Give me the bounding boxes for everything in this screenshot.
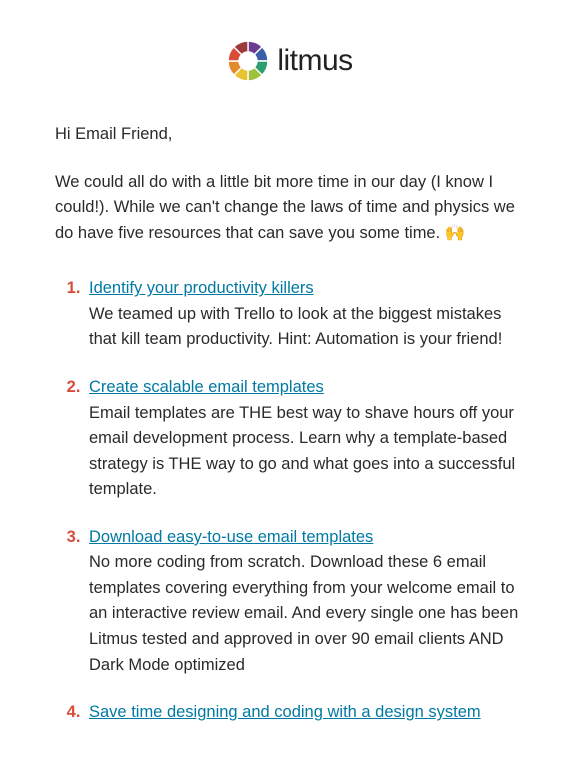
list-item: Save time designing and coding with a de… (85, 700, 525, 726)
list-item: Identify your productivity killers We te… (85, 276, 525, 353)
list-item-body: We teamed up with Trello to look at the … (89, 302, 525, 353)
list-item-link[interactable]: Download easy-to-use email templates (89, 528, 373, 546)
resource-list: Identify your productivity killers We te… (55, 276, 525, 725)
greeting: Hi Email Friend, (55, 122, 525, 148)
brand-name: litmus (277, 44, 352, 78)
list-item-link[interactable]: Identify your productivity killers (89, 279, 314, 297)
list-item: Create scalable email templates Email te… (85, 375, 525, 503)
intro-paragraph: We could all do with a little bit more t… (55, 170, 525, 247)
brand-logo: litmus (227, 40, 352, 82)
list-item-link[interactable]: Create scalable email templates (89, 378, 324, 396)
content: Hi Email Friend, We could all do with a … (0, 97, 580, 726)
list-item: Download easy-to-use email templates No … (85, 525, 525, 678)
email-body: litmus Hi Email Friend, We could all do … (0, 0, 580, 774)
header: litmus (0, 0, 580, 97)
logo-icon (227, 40, 269, 82)
list-item-body: No more coding from scratch. Download th… (89, 550, 525, 678)
list-item-body: Email templates are THE best way to shav… (89, 401, 525, 503)
list-item-link[interactable]: Save time designing and coding with a de… (89, 703, 481, 721)
